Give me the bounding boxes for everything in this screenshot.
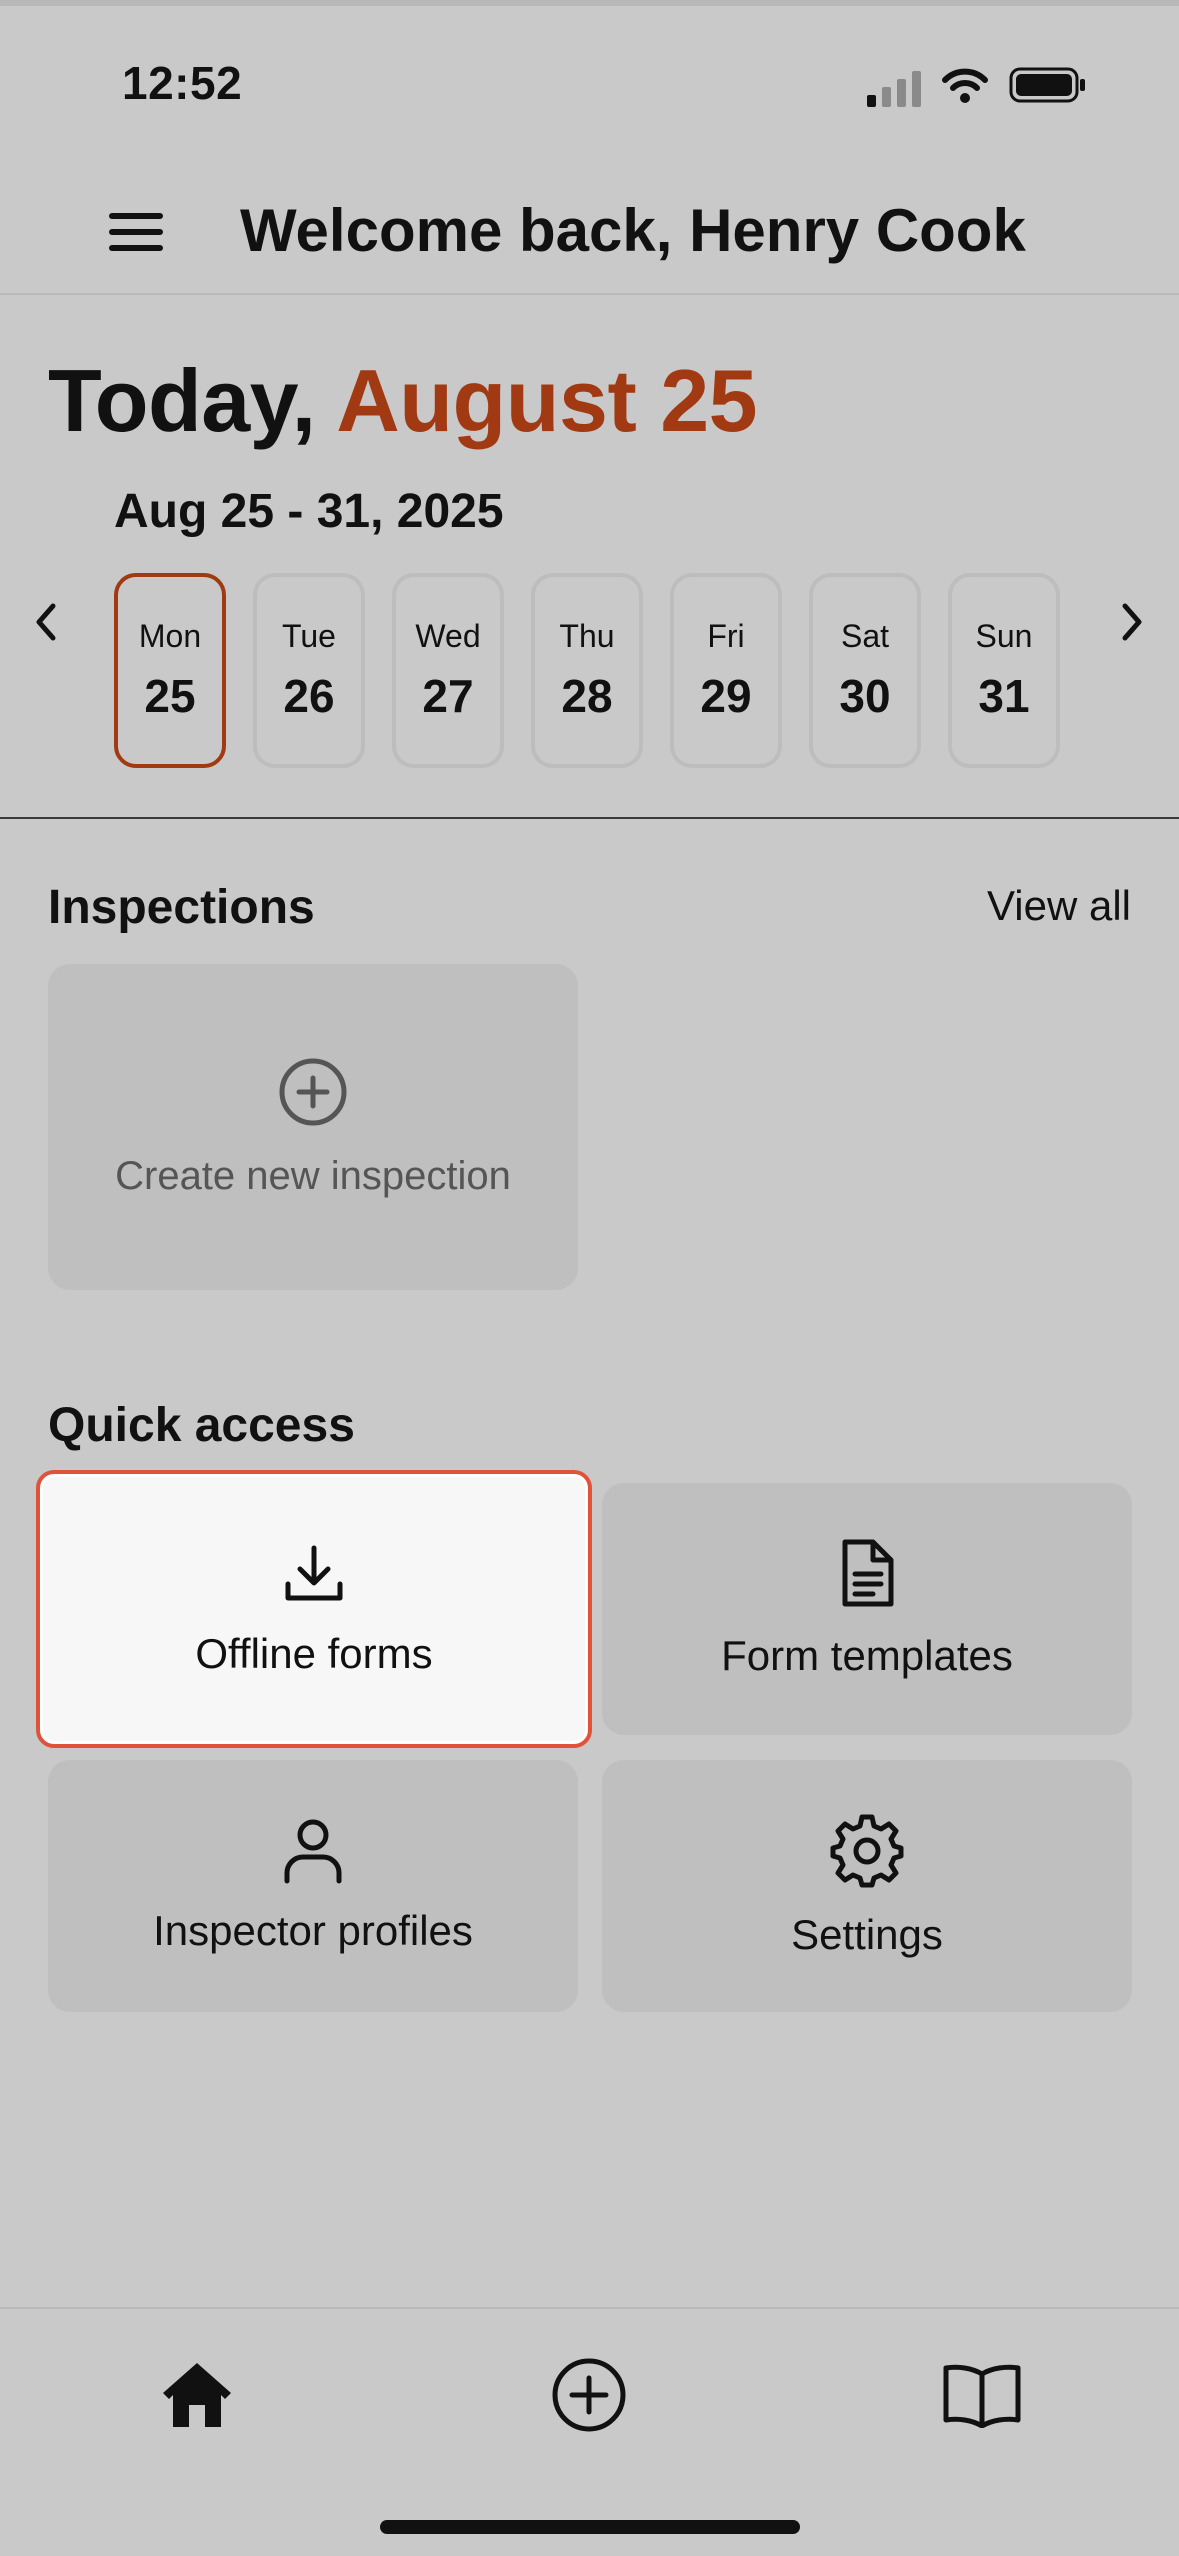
form-templates-label: Form templates (721, 1632, 1013, 1679)
next-week-button[interactable] (1102, 592, 1162, 652)
gear-icon (830, 1814, 904, 1888)
page-title: Welcome back, Henry Cook (240, 197, 1026, 264)
chevron-right-icon (1122, 603, 1142, 641)
home-icon (163, 2363, 231, 2427)
offline-forms-label: Offline forms (195, 1630, 433, 1677)
plus-circle-icon (279, 1058, 347, 1125)
day-name: Sat (840, 618, 890, 654)
day-mon[interactable]: Mon 25 (114, 573, 226, 768)
inspections-heading: Inspections (48, 881, 315, 934)
inspector-profiles-card[interactable]: Inspector profiles (48, 1760, 578, 2012)
status-icons (867, 66, 1087, 109)
menu-button[interactable] (96, 200, 176, 264)
status-time: 12:52 (122, 57, 243, 109)
quick-access-heading: Quick access (48, 1399, 355, 1452)
day-number: 28 (561, 670, 613, 722)
day-sat[interactable]: Sat 30 (809, 573, 921, 768)
wifi-icon (941, 66, 989, 109)
day-sun[interactable]: Sun 31 (948, 573, 1060, 768)
add-circle-icon (552, 2358, 626, 2432)
day-number: 25 (144, 670, 196, 722)
nav-add-button[interactable] (534, 2345, 644, 2445)
nav-home-button[interactable] (142, 2345, 252, 2445)
previous-week-button[interactable] (16, 592, 76, 652)
menu-icon (109, 213, 163, 251)
today-prefix: Today, (48, 351, 316, 450)
inspector-profiles-label: Inspector profiles (153, 1907, 473, 1954)
day-thu[interactable]: Thu 28 (531, 573, 643, 768)
day-tue[interactable]: Tue 26 (253, 573, 365, 768)
bottom-nav (0, 2307, 1179, 2556)
document-icon (842, 1539, 894, 1607)
download-icon (285, 1545, 343, 1601)
day-name: Fri (707, 618, 745, 654)
create-inspection-label: Create new inspection (115, 1153, 511, 1198)
user-icon (284, 1819, 342, 1884)
offline-forms-card[interactable]: Offline forms (36, 1470, 592, 1748)
day-name: Thu (559, 618, 615, 654)
day-name: Tue (282, 618, 336, 654)
day-number: 30 (839, 670, 891, 722)
day-name: Sun (975, 618, 1033, 654)
home-indicator[interactable] (380, 2520, 800, 2534)
day-number: 29 (700, 670, 752, 722)
view-all-link[interactable]: View all (987, 882, 1131, 930)
today-date: August 25 (336, 351, 758, 450)
day-wed[interactable]: Wed 27 (392, 573, 504, 768)
day-fri[interactable]: Fri 29 (670, 573, 782, 768)
divider (0, 817, 1179, 819)
create-inspection-card[interactable]: Create new inspection (48, 964, 578, 1290)
battery-icon (1009, 66, 1087, 109)
today-heading: Today, August 25 (48, 350, 758, 452)
settings-card[interactable]: Settings (602, 1760, 1132, 2012)
nav-library-button[interactable] (927, 2345, 1037, 2445)
chevron-left-icon (36, 603, 56, 641)
app-header: Welcome back, Henry Cook (0, 170, 1179, 295)
week-range: Aug 25 - 31, 2025 (114, 485, 504, 538)
day-number: 31 (978, 670, 1030, 722)
day-name: Wed (415, 618, 481, 654)
day-number: 27 (422, 670, 474, 722)
signal-icon (867, 69, 921, 107)
book-icon (943, 2364, 1021, 2428)
settings-label: Settings (791, 1911, 943, 1958)
day-name: Mon (138, 618, 202, 654)
form-templates-card[interactable]: Form templates (602, 1483, 1132, 1735)
status-bar: 12:52 (0, 0, 1179, 170)
day-number: 26 (283, 670, 335, 722)
